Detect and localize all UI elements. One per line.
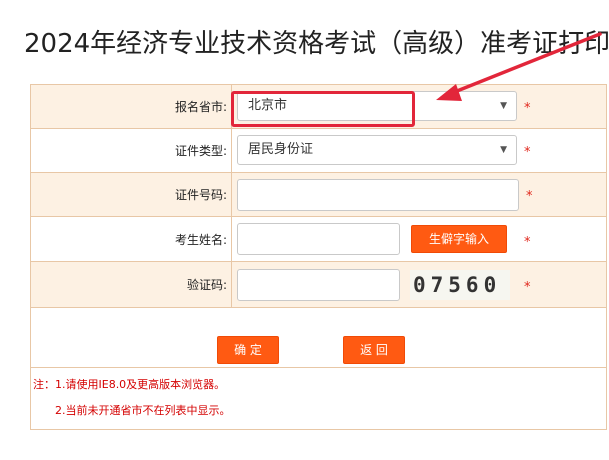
id-type-label: 证件类型: bbox=[30, 128, 232, 173]
note-line-2: 2.当前未开通省市不在列表中显示。 bbox=[55, 404, 231, 417]
required-mark: * bbox=[526, 189, 533, 204]
captcha-text: 07560 bbox=[413, 273, 502, 297]
id-number-row: 证件号码: * bbox=[30, 172, 607, 217]
id-type-row: 证件类型: 居民身份证 ▼ * bbox=[30, 128, 607, 173]
required-mark: * bbox=[524, 101, 531, 116]
actions-row: 确 定 返 回 bbox=[30, 307, 607, 368]
rare-character-input-button[interactable]: 生僻字输入 bbox=[411, 225, 507, 253]
province-select[interactable]: 北京市 ▼ bbox=[237, 91, 517, 121]
id-number-label: 证件号码: bbox=[30, 172, 232, 217]
province-selected-value: 北京市 bbox=[248, 98, 288, 113]
confirm-button[interactable]: 确 定 bbox=[217, 336, 279, 364]
id-type-selected-value: 居民身份证 bbox=[248, 142, 314, 157]
province-row: 报名省市: 北京市 ▼ * bbox=[30, 84, 607, 129]
captcha-image[interactable]: 07560 bbox=[410, 270, 510, 300]
page-title: 2024年经济专业技术资格考试（高级）准考证打印 bbox=[24, 29, 609, 59]
dropdown-arrow-icon: ▼ bbox=[500, 145, 507, 155]
dropdown-arrow-icon: ▼ bbox=[500, 101, 507, 111]
province-label: 报名省市: bbox=[30, 84, 232, 129]
required-mark: * bbox=[524, 145, 531, 160]
notes-row: 注：1.请使用IE8.0及更高版本浏览器。 2.当前未开通省市不在列表中显示。 bbox=[30, 367, 607, 430]
captcha-label: 验证码: bbox=[30, 261, 232, 308]
required-mark: * bbox=[524, 235, 531, 250]
captcha-input[interactable] bbox=[237, 269, 400, 301]
name-label: 考生姓名: bbox=[30, 216, 232, 262]
back-button[interactable]: 返 回 bbox=[343, 336, 405, 364]
required-mark: * bbox=[524, 280, 531, 295]
note-line-1: 注：1.请使用IE8.0及更高版本浏览器。 bbox=[33, 378, 226, 391]
name-row: 考生姓名: 生僻字输入 * bbox=[30, 216, 607, 262]
exam-ticket-form: 报名省市: 北京市 ▼ * 证件类型: 居民身份证 ▼ * 证件号码: * 考生… bbox=[30, 84, 607, 430]
id-number-input[interactable] bbox=[237, 179, 519, 211]
captcha-row: 验证码: 07560 * bbox=[30, 261, 607, 308]
id-type-select[interactable]: 居民身份证 ▼ bbox=[237, 135, 517, 165]
name-input[interactable] bbox=[237, 223, 400, 255]
